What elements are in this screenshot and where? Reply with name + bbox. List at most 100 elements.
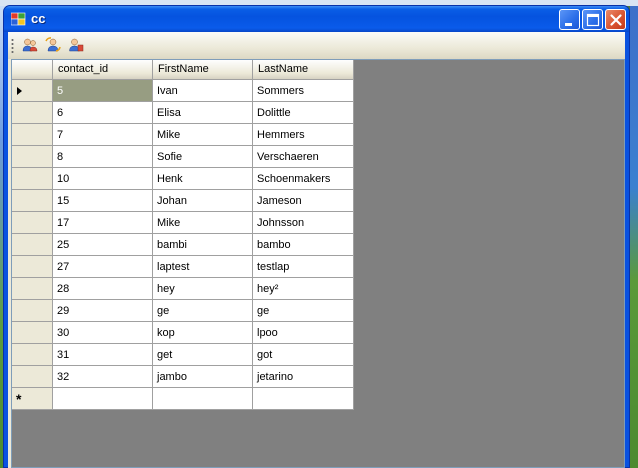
close-icon <box>610 14 622 26</box>
column-header-firstname[interactable]: FirstName <box>153 60 253 80</box>
firstname-cell[interactable]: Elisa <box>153 102 253 124</box>
close-button[interactable] <box>605 9 626 30</box>
contact-id-cell[interactable]: 10 <box>53 168 153 190</box>
new-row-firstname-cell[interactable] <box>153 388 253 410</box>
lastname-cell[interactable]: Jameson <box>253 190 354 212</box>
lastname-cell[interactable]: testlap <box>253 256 354 278</box>
contact-id-cell[interactable]: 31 <box>53 344 153 366</box>
user-refresh-button[interactable] <box>42 35 64 56</box>
new-row-lastname-cell[interactable] <box>253 388 354 410</box>
row-header-cell[interactable] <box>12 124 53 146</box>
row-header-cell[interactable] <box>12 322 53 344</box>
table-row[interactable]: 17 Mike Johnsson <box>12 212 354 234</box>
column-header-row: contact_id FirstName LastName <box>12 60 354 80</box>
row-header-cell[interactable] <box>12 256 53 278</box>
table-row[interactable]: 5 Ivan Sommers <box>12 80 354 102</box>
row-header-cell[interactable] <box>12 300 53 322</box>
row-header-cell[interactable] <box>12 102 53 124</box>
toolbar-grip[interactable] <box>11 38 14 54</box>
toolbar <box>8 32 625 59</box>
lastname-cell[interactable]: Schoenmakers <box>253 168 354 190</box>
firstname-cell[interactable]: Sofie <box>153 146 253 168</box>
column-header-contact-id[interactable]: contact_id <box>53 60 153 80</box>
row-header-cell[interactable] <box>12 190 53 212</box>
firstname-cell[interactable]: jambo <box>153 366 253 388</box>
firstname-cell[interactable]: hey <box>153 278 253 300</box>
maximize-button[interactable] <box>582 9 603 30</box>
firstname-cell[interactable]: kop <box>153 322 253 344</box>
row-header-cell[interactable] <box>12 344 53 366</box>
firstname-cell[interactable]: get <box>153 344 253 366</box>
users-icon <box>22 38 38 52</box>
column-header-lastname[interactable]: LastName <box>253 60 354 80</box>
lastname-cell[interactable]: Verschaeren <box>253 146 354 168</box>
new-row-header-cell[interactable]: * <box>12 388 53 410</box>
firstname-cell[interactable]: Henk <box>153 168 253 190</box>
lastname-cell[interactable]: lpoo <box>253 322 354 344</box>
data-grid-table: contact_id FirstName LastName 5 Ivan Somme… <box>12 60 354 410</box>
table-row[interactable]: 10 Henk Schoenmakers <box>12 168 354 190</box>
row-header-cell[interactable] <box>12 234 53 256</box>
firstname-cell[interactable]: laptest <box>153 256 253 278</box>
table-row[interactable]: 7 Mike Hemmers <box>12 124 354 146</box>
row-header-cell[interactable] <box>12 278 53 300</box>
table-row[interactable]: 28 hey hey² <box>12 278 354 300</box>
data-grid[interactable]: contact_id FirstName LastName 5 Ivan Somme… <box>11 59 625 468</box>
lastname-cell[interactable]: Hemmers <box>253 124 354 146</box>
contact-id-cell[interactable]: 32 <box>53 366 153 388</box>
title-bar[interactable]: cc <box>4 6 629 32</box>
contact-id-cell[interactable]: 27 <box>53 256 153 278</box>
table-row[interactable]: 8 Sofie Verschaeren <box>12 146 354 168</box>
row-header-cell[interactable] <box>12 366 53 388</box>
row-header-cell[interactable] <box>12 80 53 102</box>
window-client-area: contact_id FirstName LastName 5 Ivan Somme… <box>8 32 625 468</box>
new-row[interactable]: * <box>12 388 354 410</box>
new-row-contact-id-cell[interactable] <box>53 388 153 410</box>
table-row[interactable]: 6 Elisa Dolittle <box>12 102 354 124</box>
user-edit-icon <box>69 38 84 52</box>
lastname-cell[interactable]: bambo <box>253 234 354 256</box>
row-header-cell[interactable] <box>12 168 53 190</box>
maximize-icon <box>586 13 600 27</box>
lastname-cell[interactable]: jetarino <box>253 366 354 388</box>
firstname-cell[interactable]: Mike <box>153 124 253 146</box>
table-row[interactable]: 31 get got <box>12 344 354 366</box>
contact-id-cell[interactable]: 5 <box>53 80 153 102</box>
table-row[interactable]: 30 kop lpoo <box>12 322 354 344</box>
main-window: cc contact_id FirstName LastName 5 Ivan … <box>3 5 630 468</box>
lastname-cell[interactable]: Johnsson <box>253 212 354 234</box>
lastname-cell[interactable]: ge <box>253 300 354 322</box>
contact-id-cell[interactable]: 8 <box>53 146 153 168</box>
contact-id-cell[interactable]: 6 <box>53 102 153 124</box>
table-row[interactable]: 32 jambo jetarino <box>12 366 354 388</box>
table-row[interactable]: 27 laptest testlap <box>12 256 354 278</box>
row-header-cell[interactable] <box>12 212 53 234</box>
firstname-cell[interactable]: Johan <box>153 190 253 212</box>
user-edit-button[interactable] <box>65 35 87 56</box>
firstname-cell[interactable]: ge <box>153 300 253 322</box>
lastname-cell[interactable]: hey² <box>253 278 354 300</box>
contact-id-cell[interactable]: 7 <box>53 124 153 146</box>
contact-id-cell[interactable]: 25 <box>53 234 153 256</box>
firstname-cell[interactable]: Mike <box>153 212 253 234</box>
lastname-cell[interactable]: Sommers <box>253 80 354 102</box>
contact-id-cell[interactable]: 17 <box>53 212 153 234</box>
minimize-button[interactable] <box>559 9 580 30</box>
table-row[interactable]: 15 Johan Jameson <box>12 190 354 212</box>
lastname-cell[interactable]: got <box>253 344 354 366</box>
table-row[interactable]: 25 bambi bambo <box>12 234 354 256</box>
users-button[interactable] <box>19 35 41 56</box>
app-icon[interactable] <box>10 12 27 26</box>
firstname-cell[interactable]: Ivan <box>153 80 253 102</box>
new-row-asterisk-icon: * <box>16 391 22 407</box>
window-title: cc <box>31 11 46 26</box>
lastname-cell[interactable]: Dolittle <box>253 102 354 124</box>
contact-id-cell[interactable]: 30 <box>53 322 153 344</box>
contact-id-cell[interactable]: 29 <box>53 300 153 322</box>
firstname-cell[interactable]: bambi <box>153 234 253 256</box>
contact-id-cell[interactable]: 15 <box>53 190 153 212</box>
row-header-cell[interactable] <box>12 146 53 168</box>
top-left-header-cell[interactable] <box>12 60 53 80</box>
contact-id-cell[interactable]: 28 <box>53 278 153 300</box>
table-row[interactable]: 29 ge ge <box>12 300 354 322</box>
